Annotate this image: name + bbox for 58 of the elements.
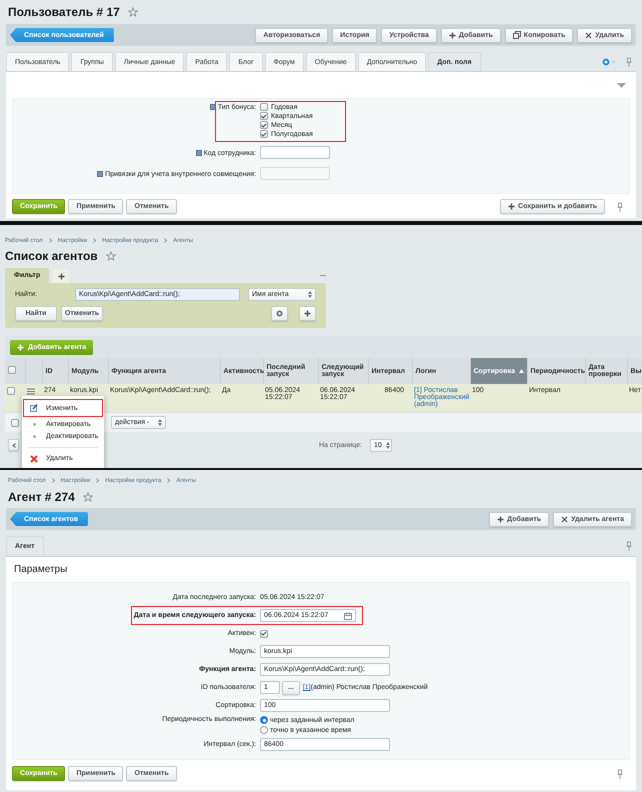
add-filter-tab[interactable] (53, 270, 70, 283)
page-title: Пользователь # 17 (8, 5, 120, 19)
collapse-icon[interactable] (617, 82, 626, 88)
pencil-icon (30, 404, 38, 412)
plus-icon (17, 344, 24, 350)
chevron-icon (48, 238, 52, 243)
settings-button[interactable] (271, 306, 288, 321)
pin-icon[interactable] (617, 202, 623, 212)
pin-icon[interactable] (626, 541, 632, 551)
checkbox[interactable] (11, 418, 19, 426)
checkbox[interactable] (260, 130, 268, 138)
prev-page-button[interactable] (8, 439, 19, 451)
calendar-icon[interactable] (344, 612, 352, 620)
menu-icon[interactable] (27, 388, 35, 395)
updown-icon (308, 291, 312, 298)
cross-icon (585, 32, 592, 38)
plus-icon (448, 32, 456, 38)
plus-icon (58, 273, 66, 280)
updown-icon (158, 419, 162, 426)
chevron-left-icon (12, 442, 16, 448)
plus-icon (497, 516, 504, 522)
radio-button[interactable] (260, 726, 268, 734)
dot-icon (32, 423, 36, 426)
chevron-icon (52, 478, 55, 483)
section-title: Параметры (13, 563, 68, 577)
square-icon (210, 104, 216, 110)
square-icon (97, 171, 104, 177)
pin-icon[interactable] (617, 768, 623, 778)
checkbox[interactable] (7, 387, 15, 395)
radio-button[interactable] (260, 716, 268, 724)
checkbox[interactable] (8, 366, 16, 374)
plus-icon (304, 310, 311, 317)
settings-icon[interactable] (602, 58, 616, 66)
copy-icon (512, 31, 521, 39)
sort-icon[interactable] (519, 369, 524, 373)
pin-icon[interactable] (626, 56, 632, 66)
chevron-icon (96, 478, 100, 483)
checkbox[interactable] (260, 103, 268, 111)
gear-icon (276, 310, 283, 317)
checkbox[interactable] (260, 121, 268, 129)
checkbox[interactable] (260, 112, 268, 120)
cross-icon (561, 516, 568, 522)
chevron-icon (164, 238, 168, 243)
delete-icon (30, 454, 38, 462)
input-field[interactable] (260, 146, 330, 159)
updown-icon (386, 442, 390, 448)
star-icon[interactable] (128, 7, 138, 17)
star-icon[interactable] (82, 492, 93, 502)
page-title: Агент # 274 (8, 490, 75, 504)
dot-icon (32, 435, 36, 438)
chevron-icon (167, 478, 170, 483)
page-title: Список агентов (5, 249, 98, 263)
checkbox[interactable] (260, 630, 268, 638)
plus-icon (508, 203, 516, 210)
chevron-icon (93, 238, 96, 243)
add-button[interactable] (299, 306, 316, 321)
square-icon (196, 150, 202, 156)
star-icon[interactable] (106, 251, 116, 261)
